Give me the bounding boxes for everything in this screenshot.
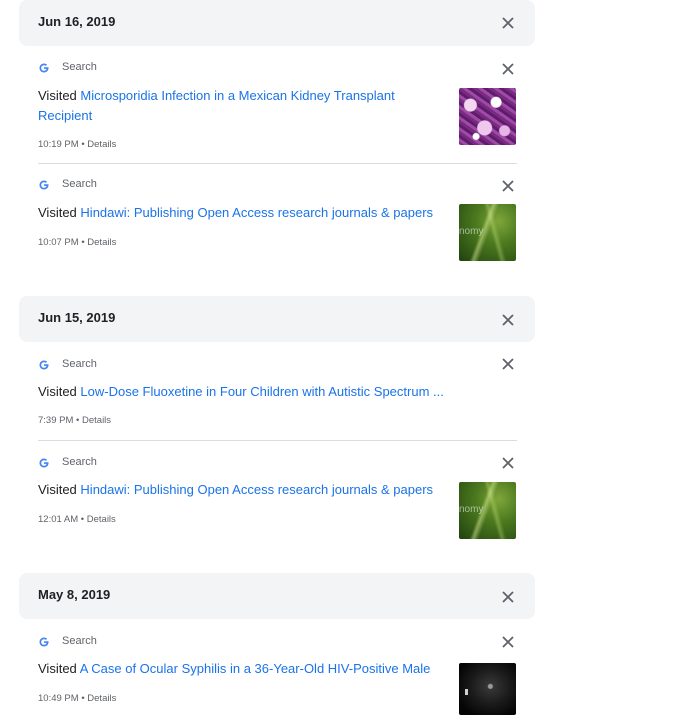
source-row: Search: [38, 177, 97, 191]
google-g-icon: [38, 456, 50, 468]
google-g-icon: [38, 61, 50, 73]
date-label: Jun 16, 2019: [38, 14, 116, 29]
visit-time: 10:07 PM: [38, 237, 79, 248]
green-wheat-image[interactable]: nomy: [459, 204, 516, 261]
visited-prefix: Visited: [38, 88, 77, 103]
google-g-icon: [38, 358, 50, 370]
date-label: May 8, 2019: [38, 587, 111, 602]
green-wheat-image[interactable]: nomy: [459, 482, 516, 539]
details-link[interactable]: Details: [87, 693, 116, 704]
dark-eye-scan-image[interactable]: [459, 663, 516, 715]
separator: •: [81, 237, 85, 248]
separator: •: [81, 693, 85, 704]
close-icon[interactable]: [501, 635, 515, 649]
date-header: May 8, 2019: [19, 573, 535, 619]
date-label: Jun 15, 2019: [38, 310, 116, 325]
source-label: Search: [62, 178, 97, 190]
visited-prefix: Visited: [38, 482, 77, 497]
separator: •: [76, 415, 80, 426]
google-g-icon: [38, 635, 50, 647]
visited-line: Visited A Case of Ocular Syphilis in a 3…: [38, 659, 448, 679]
visited-line: Visited Hindawi: Publishing Open Access …: [38, 480, 448, 500]
date-header: Jun 15, 2019: [19, 296, 535, 342]
source-label: Search: [62, 635, 97, 647]
details-link[interactable]: Details: [87, 514, 116, 525]
source-row: Search: [38, 634, 97, 648]
google-g-icon: [38, 178, 50, 190]
visited-prefix: Visited: [38, 205, 77, 220]
thumbnail-text: nomy: [459, 226, 484, 237]
source-row: Search: [38, 60, 97, 74]
item-meta: 12:01 AM • Details: [38, 514, 116, 525]
divider: [38, 163, 517, 164]
date-header: Jun 16, 2019: [19, 0, 535, 46]
visit-time: 12:01 AM: [38, 514, 79, 525]
separator: •: [80, 514, 85, 525]
visited-link[interactable]: Microsporidia Infection in a Mexican Kid…: [38, 88, 395, 123]
visited-link[interactable]: Low-Dose Fluoxetine in Four Children wit…: [80, 384, 443, 399]
visited-link[interactable]: Hindawi: Publishing Open Access research…: [80, 205, 433, 220]
source-label: Search: [62, 456, 97, 468]
close-icon[interactable]: [501, 179, 515, 193]
visited-line: Visited Microsporidia Infection in a Mex…: [38, 86, 438, 126]
source-label: Search: [62, 61, 97, 73]
visited-prefix: Visited: [38, 661, 77, 676]
close-icon[interactable]: [501, 16, 515, 30]
visit-time: 10:49 PM: [38, 693, 79, 704]
source-label: Search: [62, 358, 97, 370]
details-link[interactable]: Details: [87, 237, 116, 248]
item-meta: 10:07 PM • Details: [38, 237, 116, 248]
visit-time: 7:39 PM: [38, 415, 74, 426]
close-icon[interactable]: [501, 590, 515, 604]
source-row: Search: [38, 357, 97, 371]
source-row: Search: [38, 455, 97, 469]
visited-link[interactable]: Hindawi: Publishing Open Access research…: [80, 482, 433, 497]
details-link[interactable]: Details: [87, 139, 116, 150]
details-link[interactable]: Details: [82, 415, 111, 426]
visit-time: 10:19 PM: [38, 139, 79, 150]
visited-prefix: Visited: [38, 384, 77, 399]
thumbnail-text: nomy: [459, 504, 484, 515]
close-icon[interactable]: [501, 313, 515, 327]
item-meta: 10:49 PM • Details: [38, 693, 116, 704]
close-icon[interactable]: [501, 62, 515, 76]
visited-link[interactable]: A Case of Ocular Syphilis in a 36-Year-O…: [80, 661, 431, 676]
item-meta: 7:39 PM • Details: [38, 415, 111, 426]
activity-page: Jun 16, 2019 Search Visited Microsporidi…: [0, 0, 687, 720]
divider: [38, 440, 517, 441]
separator: •: [81, 139, 85, 150]
purple-microscopy-image[interactable]: [459, 88, 516, 145]
close-icon[interactable]: [501, 357, 515, 371]
close-icon[interactable]: [501, 456, 515, 470]
visited-line: Visited Hindawi: Publishing Open Access …: [38, 203, 448, 223]
item-meta: 10:19 PM • Details: [38, 139, 116, 150]
visited-line: Visited Low-Dose Fluoxetine in Four Chil…: [38, 382, 508, 402]
